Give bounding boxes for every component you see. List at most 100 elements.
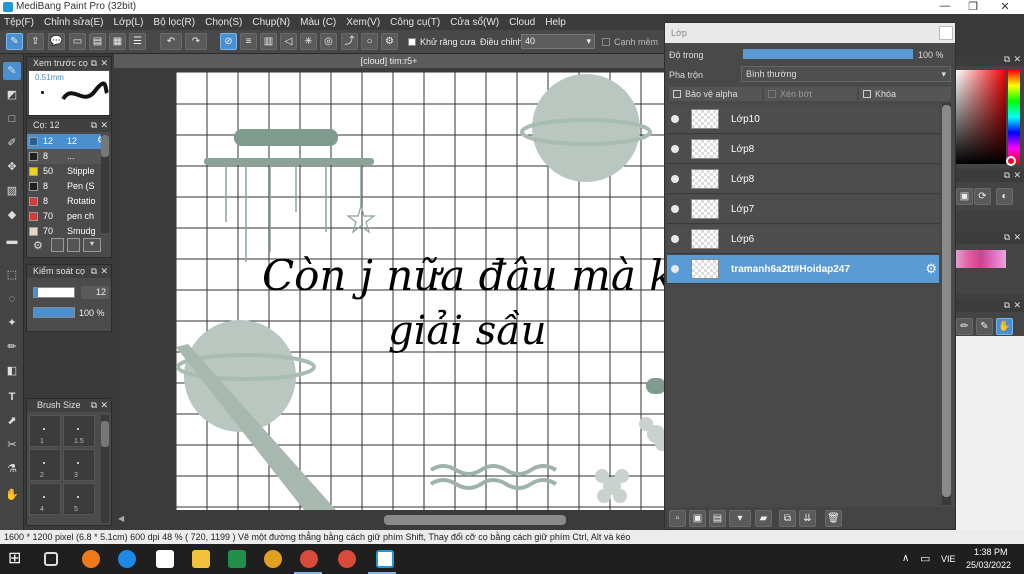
- layer-row[interactable]: Lớp6: [667, 225, 939, 254]
- merge-layer-icon[interactable]: ⇊: [799, 510, 816, 527]
- layer-scrollbar[interactable]: [942, 103, 951, 505]
- move-tool-icon[interactable]: ✥: [3, 158, 21, 176]
- edge-icon[interactable]: [118, 550, 136, 568]
- brush-size-cell[interactable]: 3: [63, 449, 95, 481]
- eraser-tool-icon[interactable]: ◩: [3, 86, 21, 104]
- pen-icon[interactable]: ✏: [956, 318, 973, 335]
- popout-icon[interactable]: ⧉: [91, 265, 97, 278]
- clip-toggle[interactable]: Xén bớt: [764, 87, 857, 101]
- brush-size-cell[interactable]: 1.5: [63, 415, 95, 447]
- grid-icon[interactable]: ▦: [109, 33, 126, 50]
- protect-alpha-checkbox[interactable]: [673, 90, 681, 98]
- chrome-profile2-icon[interactable]: [338, 550, 356, 568]
- hand-tool-icon[interactable]: ✋: [3, 486, 21, 504]
- redo-icon[interactable]: ↷: [185, 33, 207, 50]
- bucket-tool-icon[interactable]: ◆: [3, 206, 21, 224]
- new-doc-icon[interactable]: ▭: [69, 33, 86, 50]
- menu-item-4[interactable]: Chọn(S): [205, 17, 242, 28]
- menu-item-5[interactable]: Chụp(N): [252, 17, 290, 28]
- brush-item[interactable]: 8...: [27, 149, 101, 164]
- edge-checkbox[interactable]: [602, 38, 610, 46]
- menu-item-3[interactable]: Bộ lọc(R): [153, 17, 195, 28]
- visibility-eye-icon[interactable]: [671, 265, 679, 273]
- shape-tool-icon[interactable]: □: [3, 110, 21, 128]
- delete-layer-icon[interactable]: 🗑: [825, 510, 842, 527]
- clip-checkbox[interactable]: [768, 90, 776, 98]
- windows-start-icon[interactable]: ⊞: [8, 550, 26, 568]
- layer-settings-gear-icon[interactable]: ⚙: [925, 261, 937, 277]
- popout-icon[interactable]: ⧉: [91, 57, 97, 70]
- layer-row[interactable]: Lớp8: [667, 135, 939, 164]
- scroll-thumb[interactable]: [942, 105, 951, 497]
- palette-swatches[interactable]: [956, 250, 1006, 268]
- store-icon[interactable]: [156, 550, 174, 568]
- lock-checkbox[interactable]: [863, 90, 871, 98]
- undo-icon[interactable]: ↶: [160, 33, 182, 50]
- menu-item-10[interactable]: Cloud: [509, 17, 535, 28]
- popout-icon[interactable]: ⧉: [91, 119, 97, 132]
- scroll-thumb[interactable]: [101, 135, 109, 157]
- share-icon[interactable]: ⇪: [27, 33, 44, 50]
- close-panel-icon[interactable]: ✕: [1013, 232, 1021, 243]
- excel-icon[interactable]: [228, 550, 246, 568]
- brush-size-cell[interactable]: 4: [29, 483, 61, 515]
- close-panel-icon[interactable]: ✕: [1013, 54, 1021, 65]
- snap-settings-icon[interactable]: ⚙: [381, 33, 398, 50]
- menu-item-7[interactable]: Xem(V): [346, 17, 380, 28]
- brush-item[interactable]: 8 Pen (S: [27, 179, 101, 194]
- snap-vanish-icon[interactable]: ◁: [280, 33, 297, 50]
- fit-icon[interactable]: ▣: [956, 188, 973, 205]
- flip-icon[interactable]: ◐: [996, 188, 1013, 205]
- snap-grid-icon[interactable]: ▥: [260, 33, 277, 50]
- adjust-select[interactable]: 40 ▾: [521, 34, 595, 49]
- scroll-left-icon[interactable]: ◀: [118, 514, 124, 523]
- brush-settings-icon[interactable]: ⚙: [33, 239, 43, 252]
- gradient-tool-icon[interactable]: ▬: [3, 232, 21, 250]
- divide-tool-icon[interactable]: ✂: [3, 436, 21, 454]
- visibility-eye-icon[interactable]: [671, 205, 679, 213]
- brush-size-cell[interactable]: 1: [29, 415, 61, 447]
- hand-icon[interactable]: ✋: [996, 318, 1013, 335]
- tool-brush-icon[interactable]: ✎: [6, 33, 23, 50]
- blend-select[interactable]: Bình thường ▾: [741, 66, 951, 82]
- menu-item-11[interactable]: Help: [545, 17, 566, 28]
- visibility-eye-icon[interactable]: [671, 115, 679, 123]
- comment-icon[interactable]: 💬: [48, 33, 65, 50]
- drawing-canvas[interactable]: Còn j nữa đâu mà k giải sầu: [176, 72, 664, 510]
- close-panel-icon[interactable]: ✕: [100, 57, 108, 70]
- close-panel-icon[interactable]: ✕: [100, 119, 108, 132]
- popout-icon[interactable]: ⧉: [91, 399, 97, 412]
- snap-circle-icon[interactable]: ◎: [320, 33, 337, 50]
- chrome-profile-icon[interactable]: [300, 550, 318, 568]
- select-pen-tool-icon[interactable]: ✏: [3, 338, 21, 356]
- language-indicator[interactable]: VIE: [941, 554, 956, 564]
- file-explorer-icon[interactable]: [192, 550, 210, 568]
- add-brush-menu-icon[interactable]: ▾: [83, 238, 101, 252]
- scroll-thumb[interactable]: [101, 421, 109, 447]
- fill-tool-icon[interactable]: ▨: [3, 182, 21, 200]
- brush-item[interactable]: 1212⚙: [27, 134, 106, 149]
- close-panel-icon[interactable]: [939, 26, 953, 40]
- new-brush-icon[interactable]: [51, 238, 64, 252]
- snap-parallel-icon[interactable]: ≡: [240, 33, 257, 50]
- visibility-eye-icon[interactable]: [671, 145, 679, 153]
- save-icon[interactable]: ▤: [89, 33, 106, 50]
- layer-row[interactable]: Lớp8: [667, 165, 939, 194]
- copy-brush-icon[interactable]: [67, 238, 80, 252]
- brush-list-scrollbar[interactable]: [101, 135, 109, 233]
- snap-off-icon[interactable]: ⊘: [220, 33, 237, 50]
- folder-icon[interactable]: ▰: [755, 510, 772, 527]
- menu-item-1[interactable]: Chỉnh sửa(E): [44, 17, 104, 28]
- text-tool-icon[interactable]: T: [3, 388, 21, 406]
- brush-size-cell[interactable]: 2: [29, 449, 61, 481]
- layer-row[interactable]: Lớp7: [667, 195, 939, 224]
- menu-item-2[interactable]: Lớp(L): [114, 17, 144, 28]
- eyedropper-icon[interactable]: ✎: [976, 318, 993, 335]
- color-picker-square[interactable]: [956, 70, 1006, 164]
- new-halftone-layer-icon[interactable]: ▣: [689, 510, 706, 527]
- snap-curve-icon[interactable]: ⤴: [341, 33, 358, 50]
- clock-date[interactable]: 25/03/2022: [966, 560, 1011, 570]
- size-scrollbar[interactable]: [101, 415, 109, 523]
- brush-item[interactable]: 50 Stipple: [27, 164, 101, 179]
- network-icon[interactable]: ▭: [920, 552, 930, 565]
